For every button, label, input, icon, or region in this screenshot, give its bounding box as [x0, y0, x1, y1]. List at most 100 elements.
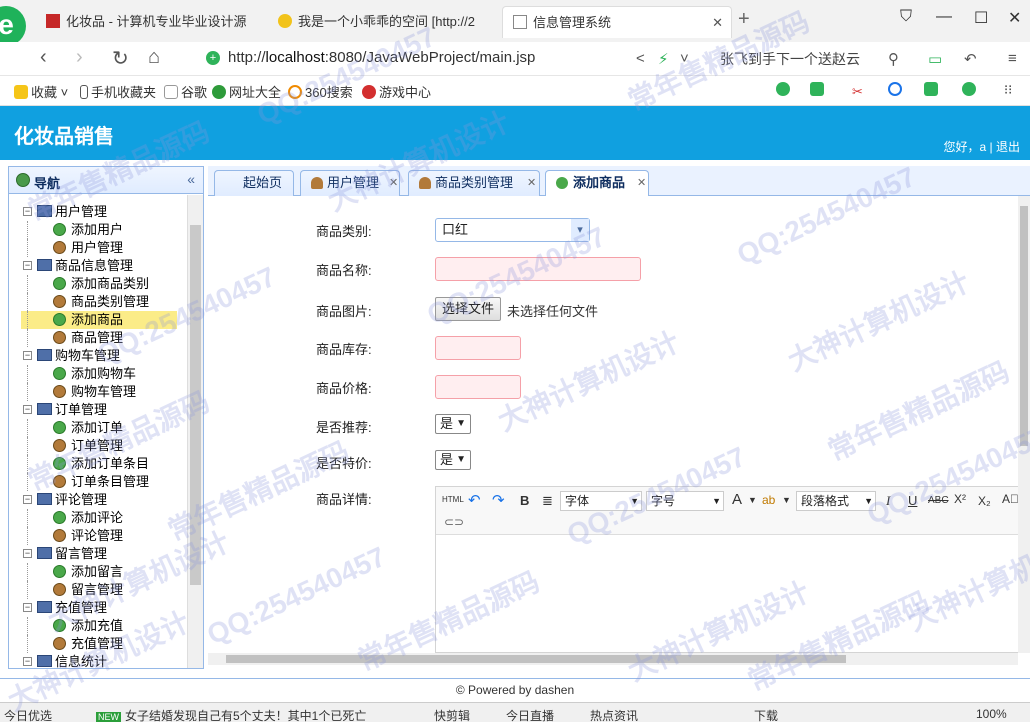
- bookmark-google[interactable]: 谷歌: [164, 82, 207, 101]
- status-item-live[interactable]: 今日直播: [506, 707, 554, 724]
- price-input[interactable]: [435, 375, 521, 399]
- format-icon[interactable]: ≣: [542, 493, 553, 509]
- nav-item[interactable]: 商品管理: [9, 329, 189, 347]
- address-news-text[interactable]: 张飞到手下一个送赵云: [720, 49, 860, 69]
- nav-item[interactable]: 添加评论: [9, 509, 189, 527]
- collapse-icon[interactable]: «: [187, 171, 195, 187]
- browser-tab-1[interactable]: 化妆品 - 计算机专业毕业设计源: [46, 6, 246, 38]
- hscroll-thumb[interactable]: [226, 655, 846, 663]
- browser-tab-2[interactable]: 我是一个小乖乖的空间 [http://2: [278, 6, 478, 38]
- back-icon[interactable]: ‹: [40, 46, 47, 69]
- nav-item[interactable]: 购物车管理: [9, 383, 189, 401]
- collapse-toggle-icon[interactable]: −: [23, 207, 32, 216]
- search-icon[interactable]: ⚲: [888, 50, 899, 68]
- nav-item[interactable]: 添加购物车: [9, 365, 189, 383]
- nav-item[interactable]: 添加充值: [9, 617, 189, 635]
- undo-icon[interactable]: ↶: [964, 50, 977, 68]
- shirt-icon[interactable]: ⛉: [900, 8, 912, 26]
- close-icon[interactable]: ✕: [527, 171, 536, 195]
- ext-book-icon[interactable]: [776, 82, 793, 97]
- nav-item[interactable]: 添加订单: [9, 419, 189, 437]
- content-vscrollbar[interactable]: [1018, 196, 1030, 653]
- tab-user-management[interactable]: 用户管理 ✕: [300, 170, 400, 196]
- nav-scrollbar[interactable]: [187, 195, 203, 668]
- highlight-icon[interactable]: ab: [762, 493, 775, 507]
- italic-button[interactable]: I: [886, 493, 890, 509]
- bookmark-games[interactable]: 游戏中心: [362, 82, 431, 101]
- gamepad-icon[interactable]: [924, 82, 941, 97]
- apps-grid-icon[interactable]: ⁝⁝: [1004, 82, 1012, 98]
- url-field[interactable]: http://localhost:8080/JavaWebProject/mai…: [228, 49, 535, 66]
- undo-icon[interactable]: ↶: [468, 491, 481, 509]
- collapse-toggle-icon[interactable]: −: [23, 657, 32, 666]
- bookmark-favorites[interactable]: 收藏 ˅: [14, 82, 68, 101]
- nav-group[interactable]: − 用户管理: [9, 203, 189, 221]
- collapse-toggle-icon[interactable]: −: [23, 603, 32, 612]
- product-name-input[interactable]: [435, 257, 641, 281]
- close-window-button[interactable]: ✕: [1008, 8, 1021, 28]
- collapse-toggle-icon[interactable]: −: [23, 495, 32, 504]
- chevron-down-icon[interactable]: ▼: [782, 495, 791, 505]
- home-icon[interactable]: ⌂: [148, 46, 160, 69]
- close-icon[interactable]: ✕: [637, 171, 646, 195]
- choose-file-button[interactable]: 选择文件: [435, 297, 502, 321]
- clear-format-icon[interactable]: Aᷓ: [1002, 492, 1019, 506]
- new-tab-button[interactable]: +: [738, 8, 750, 31]
- strike-button[interactable]: ABC: [928, 495, 949, 506]
- logout-link[interactable]: 退出: [996, 140, 1020, 154]
- nav-item[interactable]: 添加商品类别: [9, 275, 189, 293]
- battery-icon[interactable]: ▭: [928, 50, 942, 68]
- content-hscrollbar[interactable]: [208, 653, 1018, 665]
- nav-item[interactable]: 充值管理: [9, 635, 189, 653]
- collapse-toggle-icon[interactable]: −: [23, 405, 32, 414]
- minimize-button[interactable]: —: [936, 8, 952, 26]
- underline-button[interactable]: U: [908, 493, 917, 508]
- nav-group[interactable]: − 订单管理: [9, 401, 189, 419]
- recommend-select[interactable]: 是 ▼: [435, 414, 471, 434]
- collapse-toggle-icon[interactable]: −: [23, 351, 32, 360]
- nav-group[interactable]: − 信息统计: [9, 653, 189, 668]
- chevron-down-icon[interactable]: ▼: [748, 495, 757, 505]
- nav-item[interactable]: 订单管理: [9, 437, 189, 455]
- nav-group[interactable]: − 评论管理: [9, 491, 189, 509]
- nav-item[interactable]: 添加商品: [9, 311, 189, 329]
- status-news[interactable]: NEW 女子结婚发现自己有5个丈夫！其中1个已死亡: [96, 707, 366, 724]
- nav-item[interactable]: 评论管理: [9, 527, 189, 545]
- nav-item[interactable]: 添加用户: [9, 221, 189, 239]
- bookmark-mobile[interactable]: 手机收藏夹: [80, 82, 156, 101]
- close-icon[interactable]: ✕: [389, 171, 398, 195]
- nav-group[interactable]: − 充值管理: [9, 599, 189, 617]
- status-left-text[interactable]: 今日优选: [4, 707, 52, 724]
- browser-tab-active[interactable]: 信息管理系统 ✕: [502, 6, 732, 38]
- chevron-down-icon[interactable]: ˅: [680, 50, 689, 67]
- ext-translate-icon[interactable]: [810, 82, 827, 97]
- close-tab-icon[interactable]: ✕: [712, 7, 723, 38]
- stock-input[interactable]: [435, 336, 521, 360]
- html-button[interactable]: HTML: [442, 495, 464, 504]
- maximize-button[interactable]: ☐: [974, 8, 988, 28]
- bold-button[interactable]: B: [520, 493, 529, 508]
- zoom-level[interactable]: 100%: [976, 707, 1007, 721]
- subscript-button[interactable]: X₂: [978, 494, 991, 508]
- lightning-icon[interactable]: ⚡: [658, 50, 669, 68]
- status-item-hotnews[interactable]: 热点资讯: [590, 707, 638, 724]
- chevron-down-icon[interactable]: ▾: [571, 219, 589, 241]
- nav-group[interactable]: − 商品信息管理: [9, 257, 189, 275]
- font-color-button[interactable]: A: [732, 491, 742, 508]
- nav-item[interactable]: 添加订单条目: [9, 455, 189, 473]
- nav-item[interactable]: 添加留言: [9, 563, 189, 581]
- nav-scroll-thumb[interactable]: [190, 225, 201, 585]
- bookmark-hao[interactable]: 网址大全: [212, 82, 281, 101]
- nav-group[interactable]: − 购物车管理: [9, 347, 189, 365]
- nav-group[interactable]: − 留言管理: [9, 545, 189, 563]
- special-select[interactable]: 是 ▼: [435, 450, 471, 470]
- status-item-kuaijianji[interactable]: 快剪辑: [434, 707, 470, 724]
- vscroll-thumb[interactable]: [1020, 206, 1028, 446]
- nav-item[interactable]: 商品类别管理: [9, 293, 189, 311]
- menu-icon[interactable]: ≡: [1008, 50, 1017, 67]
- forward-icon[interactable]: ›: [76, 46, 83, 69]
- nav-item[interactable]: 订单条目管理: [9, 473, 189, 491]
- zoom-icon[interactable]: [888, 82, 905, 97]
- tab-category-management[interactable]: 商品类别管理 ✕: [408, 170, 540, 196]
- link-icon[interactable]: ⊂⊃: [444, 515, 464, 529]
